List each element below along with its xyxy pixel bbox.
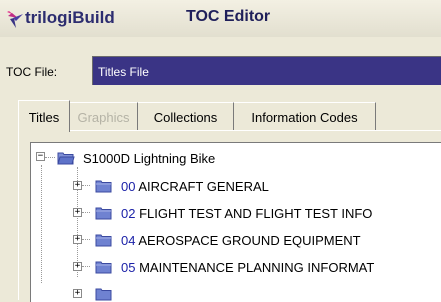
tree-item-05[interactable]: 05 MAINTENANCE PLANNING INFORMAT <box>121 260 374 275</box>
brand-name: trilogiBuild <box>25 8 115 27</box>
expand-plus-icon[interactable]: + <box>73 289 82 298</box>
toc-tree[interactable]: − S1000D Lightning Bike + 00 AIRCRAFT GE… <box>30 142 441 302</box>
tree-item-code: 00 <box>121 179 136 194</box>
tree-connector <box>82 212 90 213</box>
tab-titles[interactable]: Titles <box>18 100 70 132</box>
tree-item-02[interactable]: 02 FLIGHT TEST AND FLIGHT TEST INFO <box>121 206 372 221</box>
folder-icon <box>95 207 112 220</box>
tree-item-code: 05 <box>121 260 136 275</box>
tab-collections[interactable]: Collections <box>138 102 234 130</box>
tree-item-00[interactable]: 00 AIRCRAFT GENERAL <box>121 179 269 194</box>
expand-plus-icon[interactable]: + <box>73 208 82 217</box>
expand-plus-icon[interactable]: + <box>73 235 82 244</box>
folder-open-icon <box>57 152 75 165</box>
folder-icon <box>95 180 112 193</box>
window-title: TOC Editor <box>186 8 271 25</box>
tree-item-code: 02 <box>121 206 136 221</box>
tab-information-codes-label: Information Codes <box>251 110 358 125</box>
folder-icon <box>95 288 112 301</box>
expand-plus-icon[interactable]: + <box>73 262 82 271</box>
root-collapse-icon[interactable]: − <box>36 152 45 161</box>
toc-file-field[interactable]: Titles File <box>92 56 441 85</box>
tab-information-codes[interactable]: Information Codes <box>234 102 376 130</box>
tree-connector <box>82 266 90 267</box>
tree-connector <box>82 239 90 240</box>
tree-item-code: 04 <box>121 233 136 248</box>
tree-connector <box>82 185 90 186</box>
tree-item-label: AIRCRAFT GENERAL <box>138 179 269 194</box>
toc-file-label: TOC File: <box>6 65 58 79</box>
tab-graphics[interactable]: Graphics <box>70 102 138 130</box>
tab-titles-label: Titles <box>28 110 60 125</box>
tab-collections-label: Collections <box>153 110 218 125</box>
tree-connector <box>41 165 42 283</box>
tree-item-label: MAINTENANCE PLANNING INFORMAT <box>139 260 375 275</box>
tree-item-04[interactable]: 04 AEROSPACE GROUND EQUIPMENT <box>121 233 361 248</box>
tree-connector <box>45 157 55 158</box>
folder-icon <box>95 261 112 274</box>
tab-graphics-label: Graphics <box>77 110 130 125</box>
tree-item-label: FLIGHT TEST AND FLIGHT TEST INFO <box>139 206 373 221</box>
root-label[interactable]: S1000D Lightning Bike <box>83 151 215 166</box>
expand-plus-icon[interactable]: + <box>73 181 82 190</box>
folder-icon <box>95 234 112 247</box>
tree-item-label: AEROSPACE GROUND EQUIPMENT <box>138 233 361 248</box>
trilogi-logo-icon <box>7 11 23 28</box>
title-bar: trilogiBuild TOC Editor <box>0 0 441 37</box>
